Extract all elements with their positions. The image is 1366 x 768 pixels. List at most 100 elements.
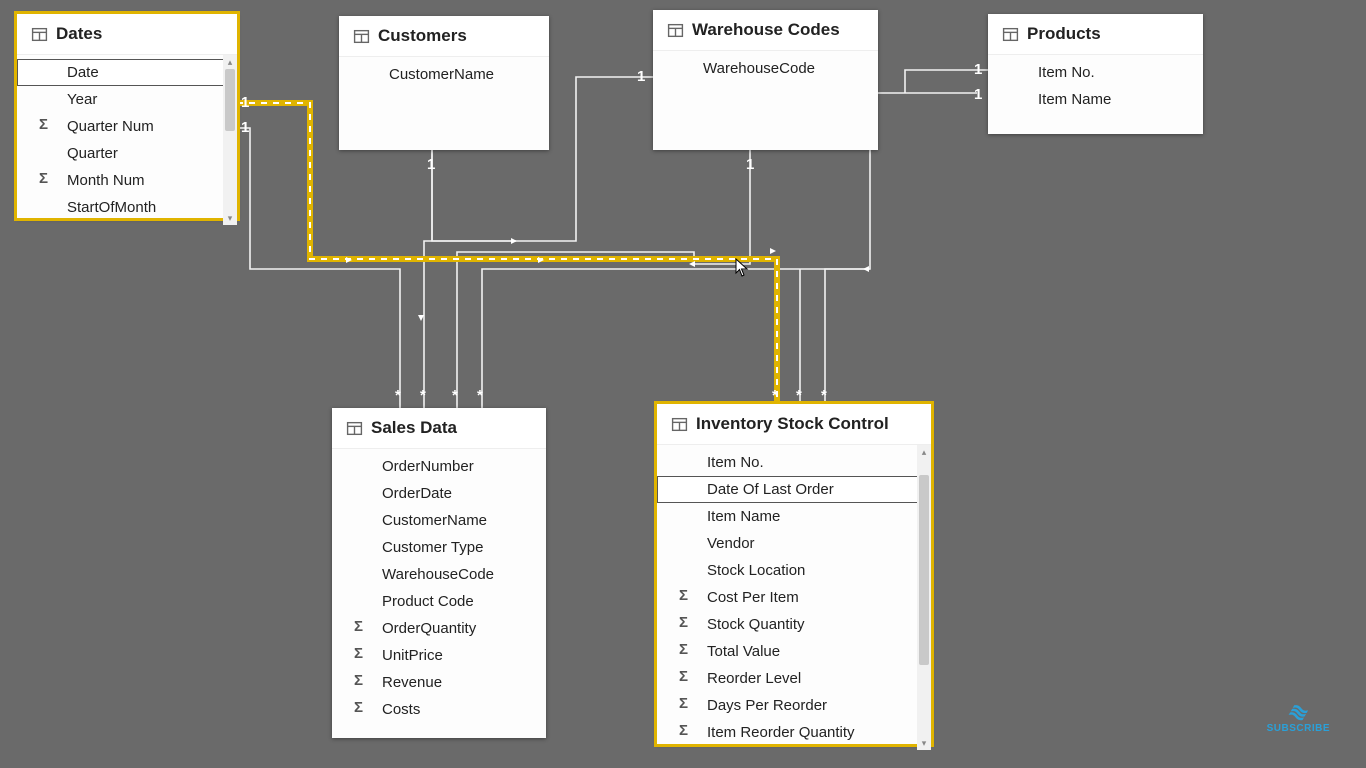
table-sales[interactable]: Sales Data OrderNumber OrderDate CustomerNa…: [332, 408, 546, 738]
field-row[interactable]: ΣQuarter Num: [17, 113, 237, 140]
table-inventory[interactable]: Inventory Stock Control Item No. Date Of L…: [657, 404, 931, 744]
cardinality-label: 1: [427, 156, 435, 173]
field-row[interactable]: ΣReorder Level: [657, 665, 931, 692]
table-header[interactable]: Sales Data: [332, 408, 546, 449]
cardinality-label: 1: [241, 119, 249, 136]
relationship-line[interactable]: [424, 150, 516, 408]
field-row[interactable]: WarehouseCode: [653, 55, 878, 82]
sigma-icon: Σ: [679, 614, 688, 631]
field-label: Cost Per Item: [707, 589, 799, 606]
cardinality-label: *: [772, 387, 778, 404]
field-row[interactable]: ΣTotal Value: [657, 638, 931, 665]
field-row[interactable]: Date Of Last Order: [657, 476, 931, 503]
field-row[interactable]: Customer Type: [332, 534, 546, 561]
relationship-line[interactable]: [457, 150, 750, 408]
field-row[interactable]: Product Code: [332, 588, 546, 615]
scroll-thumb[interactable]: [919, 475, 929, 665]
cardinality-label: *: [821, 387, 827, 404]
field-label: Month Num: [67, 172, 145, 189]
relationship-line[interactable]: [825, 269, 870, 404]
field-label: Date Of Last Order: [707, 481, 834, 498]
field-label: UnitPrice: [382, 647, 443, 664]
table-header[interactable]: Customers: [339, 16, 549, 57]
field-row[interactable]: StartOfMonth: [17, 194, 237, 221]
filter-direction-icon: [861, 264, 871, 274]
field-row[interactable]: Σ Stock Quantity: [657, 611, 931, 638]
table-header[interactable]: Products: [988, 14, 1203, 55]
field-label: OrderDate: [382, 485, 452, 502]
table-title: Products: [1027, 24, 1101, 44]
field-label: Quarter: [67, 145, 118, 162]
scroll-up-icon[interactable]: ▴: [917, 445, 931, 459]
field-label: Item No.: [707, 454, 764, 471]
table-header[interactable]: Inventory Stock Control: [657, 404, 931, 445]
dna-icon: ≋: [1286, 701, 1310, 724]
table-scrollbar[interactable]: ▴▾: [223, 55, 237, 225]
mouse-cursor-icon: [735, 258, 749, 278]
field-row[interactable]: Stock Location: [657, 557, 931, 584]
table-dates[interactable]: DatesDateYearΣQuarter NumQuarterΣMonth N…: [17, 14, 237, 218]
field-row[interactable]: ΣRevenue: [332, 669, 546, 696]
field-row[interactable]: ΣMonth Num: [17, 167, 237, 194]
field-row[interactable]: Quarter: [17, 140, 237, 167]
table-warehouse[interactable]: Warehouse Codes WarehouseCode: [653, 10, 878, 150]
field-label: Total Value: [707, 643, 780, 660]
sigma-icon: Σ: [679, 695, 688, 712]
table-products[interactable]: Products Item No. Item Name: [988, 14, 1203, 134]
field-label: WarehouseCode: [382, 566, 494, 583]
cardinality-label: 1: [637, 68, 645, 85]
field-row[interactable]: CustomerName: [339, 61, 549, 88]
field-row[interactable]: ΣOrderQuantity: [332, 615, 546, 642]
filter-direction-icon: [687, 259, 697, 269]
field-label: OrderQuantity: [382, 620, 476, 637]
field-row[interactable]: Item Name: [988, 86, 1203, 113]
cardinality-label: *: [420, 387, 426, 404]
cardinality-label: *: [477, 387, 483, 404]
model-canvas[interactable]: DatesDateYearΣQuarter NumQuarterΣMonth N…: [0, 0, 1366, 768]
field-row[interactable]: Date: [17, 59, 237, 86]
field-row[interactable]: ΣDays Per Reorder: [657, 692, 931, 719]
table-title: Customers: [378, 26, 467, 46]
field-row[interactable]: WarehouseCode: [332, 561, 546, 588]
scroll-down-icon[interactable]: ▾: [223, 211, 237, 225]
table-icon: [667, 22, 684, 39]
table-title: Sales Data: [371, 418, 457, 438]
relationship-line[interactable]: [237, 128, 400, 408]
field-row[interactable]: Item No.: [657, 449, 931, 476]
field-row[interactable]: OrderDate: [332, 480, 546, 507]
field-row[interactable]: OrderNumber: [332, 453, 546, 480]
scroll-down-icon[interactable]: ▾: [917, 736, 931, 750]
field-row[interactable]: ΣItem Reorder Quantity: [657, 719, 931, 746]
field-row[interactable]: Item No.: [988, 59, 1203, 86]
scroll-thumb[interactable]: [225, 69, 235, 131]
field-row[interactable]: ΣUnitPrice: [332, 642, 546, 669]
table-scrollbar[interactable]: ▴▾: [917, 445, 931, 750]
field-label: CustomerName: [382, 512, 487, 529]
table-icon: [346, 420, 363, 437]
field-label: Stock Location: [707, 562, 805, 579]
filter-direction-icon: [416, 313, 426, 323]
sigma-icon: Σ: [354, 672, 363, 689]
cardinality-label: *: [796, 387, 802, 404]
field-row[interactable]: Year: [17, 86, 237, 113]
filter-direction-icon: [536, 255, 546, 265]
table-title: Inventory Stock Control: [696, 414, 889, 434]
field-row[interactable]: Item Name: [657, 503, 931, 530]
table-icon: [671, 416, 688, 433]
field-label: Stock Quantity: [707, 616, 805, 633]
scroll-up-icon[interactable]: ▴: [223, 55, 237, 69]
field-label: Item Name: [1038, 91, 1111, 108]
sigma-icon: Σ: [39, 116, 48, 133]
field-row[interactable]: CustomerName: [332, 507, 546, 534]
table-title: Dates: [56, 24, 102, 44]
filter-direction-icon: [768, 246, 778, 256]
table-header[interactable]: Warehouse Codes: [653, 10, 878, 51]
field-label: StartOfMonth: [67, 199, 156, 216]
field-row[interactable]: ΣCost Per Item: [657, 584, 931, 611]
sigma-icon: Σ: [354, 699, 363, 716]
field-row[interactable]: ΣCosts: [332, 696, 546, 723]
filter-direction-icon: [344, 255, 354, 265]
table-customers[interactable]: Customers CustomerName: [339, 16, 549, 150]
table-header[interactable]: Dates: [17, 14, 237, 55]
field-row[interactable]: Vendor: [657, 530, 931, 557]
